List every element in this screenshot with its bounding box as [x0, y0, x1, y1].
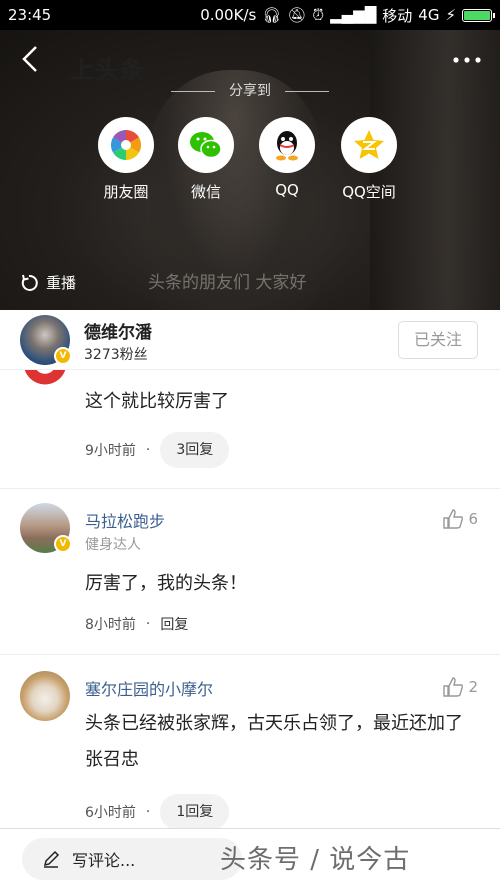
wechat-icon: [178, 117, 234, 173]
carrier-label: 移动: [382, 6, 413, 25]
video-subtitle: 头条的朋友们 大家好: [148, 273, 307, 293]
thumbs-up-icon: [443, 677, 464, 697]
mute-bell-icon: 🔕︎: [287, 6, 307, 24]
more-dots-icon: [453, 57, 481, 63]
comment-user-title: 健身达人: [85, 537, 141, 553]
comment-time: 6小时前: [85, 805, 136, 821]
charging-icon: ⚡︎: [445, 6, 456, 24]
reply-button[interactable]: 回复: [160, 614, 188, 634]
qq-icon: [259, 117, 315, 173]
share-qq[interactable]: QQ: [247, 117, 327, 199]
author-name[interactable]: 德维尔潘: [84, 318, 152, 343]
thumbs-up-icon: [443, 509, 464, 529]
share-title-text: 分享到: [229, 83, 271, 99]
status-bar: 23:45 0.00K/s 🎧︎ 🔕︎ ⏰︎ ▂▄▆█ 移动 4G ⚡︎: [0, 0, 500, 30]
signal-icon: ▂▄▆█: [330, 6, 377, 24]
bottom-bar: 写评论... 头条号 / 说今古: [0, 828, 500, 889]
meta-separator: ·: [145, 616, 151, 632]
back-arrow-icon: [22, 46, 37, 72]
comment-username[interactable]: 马拉松跑步: [85, 508, 165, 532]
comment-text: 厉害了，我的头条！: [85, 573, 247, 594]
follow-button[interactable]: 已关注: [398, 321, 478, 359]
comment-list[interactable]: 这个就比较厉害了 9小时前 · 3回复 V 马拉松跑步 健身达人 6 厉害了，我…: [0, 370, 500, 828]
like-count: 6: [468, 510, 478, 528]
comment-text: 头条已经被张家辉，古天乐占领了，最近还加了张召忠: [85, 713, 463, 770]
like-button[interactable]: 6: [442, 508, 478, 530]
author-fans: 3273粉丝: [84, 347, 148, 363]
comment-avatar[interactable]: [20, 370, 70, 388]
write-comment-input[interactable]: 写评论...: [22, 838, 242, 880]
comment-meta: 9小时前 · 3回复: [85, 432, 230, 468]
comment-time: 8小时前: [85, 617, 136, 633]
status-time: 23:45: [8, 6, 52, 24]
share-title: 分享到: [0, 80, 500, 100]
comment-text: 这个就比较厉害了: [85, 391, 229, 412]
meta-separator: ·: [145, 804, 151, 820]
replay-button[interactable]: 重播: [20, 272, 76, 293]
like-count: 2: [468, 678, 478, 696]
comment-time: 9小时前: [85, 443, 136, 459]
meta-separator: ·: [145, 442, 151, 458]
share-title-line-right: [285, 90, 329, 92]
comment-divider: [0, 654, 500, 655]
verified-badge-icon: V: [54, 535, 72, 553]
share-title-line-left: [171, 90, 215, 92]
comment-meta: 8小时前 · 回复: [85, 614, 188, 634]
reply-button[interactable]: 3回复: [160, 432, 230, 468]
comment-meta: 6小时前 · 1回复: [85, 794, 230, 828]
comment-avatar[interactable]: [20, 671, 70, 721]
write-comment-placeholder: 写评论...: [72, 851, 136, 870]
share-wechat[interactable]: 微信: [166, 117, 246, 202]
network-type-label: 4G: [418, 6, 440, 24]
watermark: 头条号 / 说今古: [220, 845, 411, 875]
share-qq-label: QQ: [275, 181, 299, 199]
network-speed: 0.00K/s: [200, 6, 257, 24]
author-bar: V 德维尔潘 3273粉丝 已关注: [0, 310, 500, 370]
qzone-icon: [341, 117, 397, 173]
headphones-icon: 🎧︎: [262, 6, 282, 24]
like-button[interactable]: 2: [442, 676, 478, 698]
moments-icon: [98, 117, 154, 173]
back-button[interactable]: [18, 44, 48, 74]
verified-badge-icon: V: [54, 347, 72, 365]
comment-divider: [0, 488, 500, 489]
share-qzone[interactable]: QQ空间: [329, 117, 409, 202]
share-moments[interactable]: 朋友圈: [86, 117, 166, 202]
replay-label: 重播: [46, 274, 77, 292]
replay-icon: [21, 274, 38, 291]
battery-icon: [462, 8, 495, 22]
share-qzone-label: QQ空间: [342, 183, 396, 201]
alarm-icon: ⏰︎: [312, 6, 325, 24]
pencil-icon: [43, 850, 60, 868]
comment-username[interactable]: 塞尔庄园的小摩尔: [85, 676, 213, 700]
reply-button[interactable]: 1回复: [160, 794, 230, 828]
more-button[interactable]: [452, 50, 482, 70]
share-moments-label: 朋友圈: [103, 183, 149, 201]
share-wechat-label: 微信: [190, 183, 221, 201]
